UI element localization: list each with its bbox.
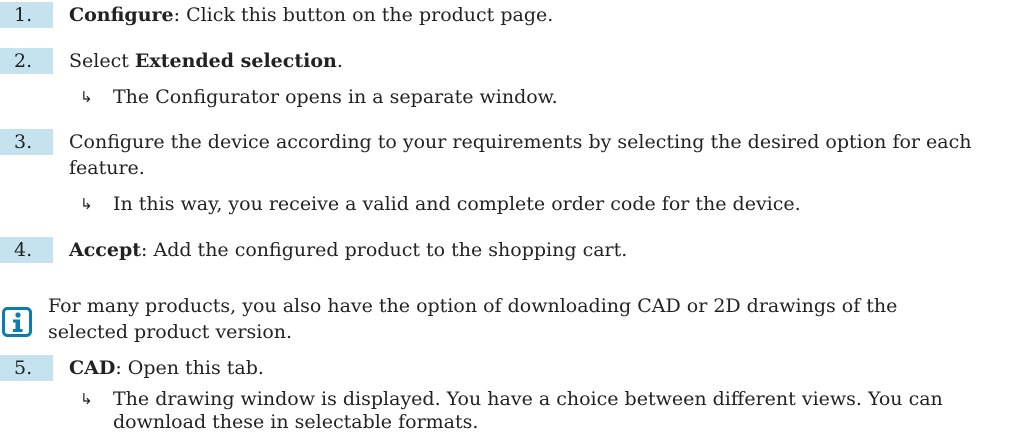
note-line1: For many products, you also have the opt… [48, 295, 898, 317]
step-3-text-line1: Configure the device according to your r… [69, 131, 972, 153]
step-5-text: CAD: Open this tab. [69, 355, 264, 381]
step-5-result-line2: download these in selectable formats. [113, 411, 479, 433]
step-number: 4. [0, 237, 53, 263]
result-arrow-icon: ↳ [80, 390, 93, 408]
info-icon [2, 307, 32, 337]
step-2-label: Extended selection [134, 50, 337, 72]
step-4-description: : Add the configured product to the shop… [141, 239, 628, 261]
step-2-suffix: . [336, 50, 343, 72]
step-4-text: Accept: Add the configured product to th… [69, 237, 627, 263]
step-3-result: In this way, you receive a valid and com… [113, 193, 801, 215]
step-5-description: : Open this tab. [115, 357, 264, 379]
step-number: 3. [0, 129, 53, 155]
note-line2: selected product version. [48, 321, 293, 343]
step-1-label: Configure [69, 4, 174, 26]
step-2-prefix: Select [69, 50, 135, 72]
step-number: 2. [0, 48, 53, 74]
result-arrow-icon: ↳ [80, 195, 93, 213]
step-1-description: : Click this button on the product page. [173, 4, 554, 26]
step-3-text-line2: feature. [69, 157, 145, 179]
step-number: 1. [0, 2, 53, 28]
step-4-label: Accept [69, 239, 142, 261]
result-arrow-icon: ↳ [80, 88, 93, 106]
step-1-text: Configure: Click this button on the prod… [69, 2, 553, 28]
step-2-text: Select Extended selection. [69, 48, 343, 74]
step-5-label: CAD [69, 357, 116, 379]
step-number: 5. [0, 355, 53, 381]
step-2-result: The Configurator opens in a separate win… [113, 86, 558, 108]
